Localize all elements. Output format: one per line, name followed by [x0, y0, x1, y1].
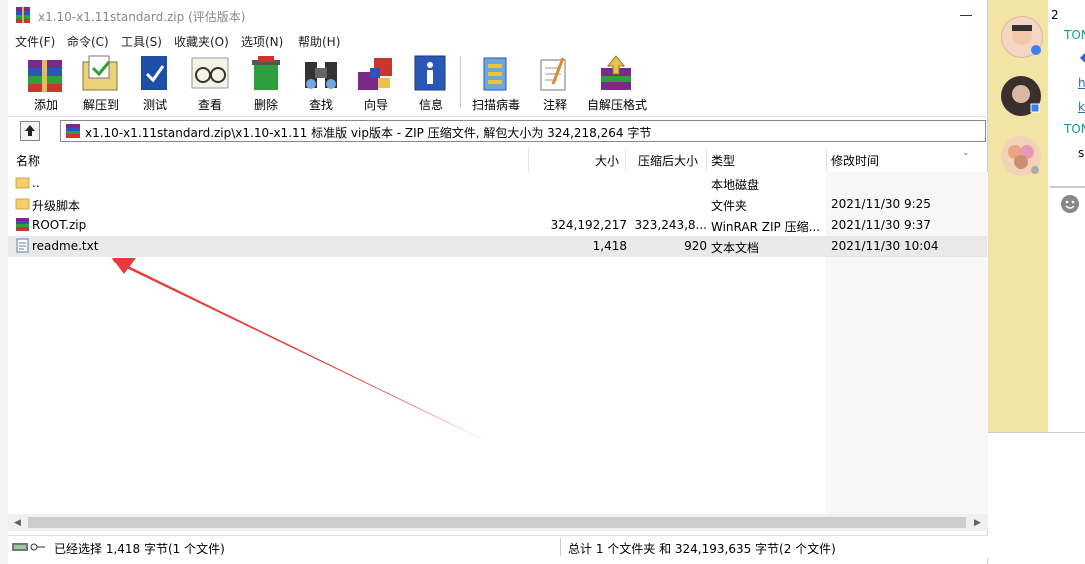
chat-item-text: 2 — [1051, 8, 1059, 22]
chat-sender-name[interactable]: TON — [1064, 122, 1085, 136]
background-window-edge — [0, 0, 8, 564]
scroll-left-icon[interactable]: ◀ — [14, 518, 21, 528]
chat-sender-name[interactable]: TON — [1064, 28, 1085, 42]
avatar-badge-icon — [1012, 25, 1041, 55]
chat-panel: 2 TON ◆ h k TON s — [988, 0, 1085, 564]
status-divider — [560, 538, 561, 556]
status-bar: 已经选择 1,418 字节(1 个文件) 总计 1 个文件夹 和 324,193… — [8, 535, 988, 558]
drive-key-icon — [12, 543, 45, 551]
total-status: 总计 1 个文件夹 和 324,193,635 字节(2 个文件) — [568, 542, 836, 556]
avatar[interactable] — [1001, 76, 1041, 116]
emoji-icon[interactable] — [1060, 194, 1080, 214]
avatar[interactable] — [1001, 16, 1043, 58]
shield-icon: ◆ — [1080, 50, 1085, 64]
scrollbar-thumb[interactable] — [28, 517, 966, 528]
scroll-right-icon[interactable]: ▶ — [974, 518, 981, 528]
horizontal-scrollbar[interactable]: ◀ ▶ — [8, 514, 988, 531]
chat-link[interactable]: h — [1078, 76, 1085, 90]
chat-item-text: s — [1078, 146, 1085, 160]
avatar[interactable] — [1001, 136, 1041, 176]
annotation-arrow — [112, 258, 484, 440]
chat-link[interactable]: k — [1078, 100, 1085, 114]
selection-status: 已经选择 1,418 字节(1 个文件) — [54, 542, 225, 556]
chat-bottom-border — [988, 432, 1085, 433]
avatar-status-icon — [1012, 85, 1040, 113]
chat-divider — [1050, 186, 1085, 188]
avatar-group-icon — [1008, 145, 1039, 174]
winrar-window: x1.10-x1.11standard.zip (评估版本) 文件(F) 命令(… — [8, 0, 988, 564]
chat-sidebar — [988, 0, 1048, 432]
